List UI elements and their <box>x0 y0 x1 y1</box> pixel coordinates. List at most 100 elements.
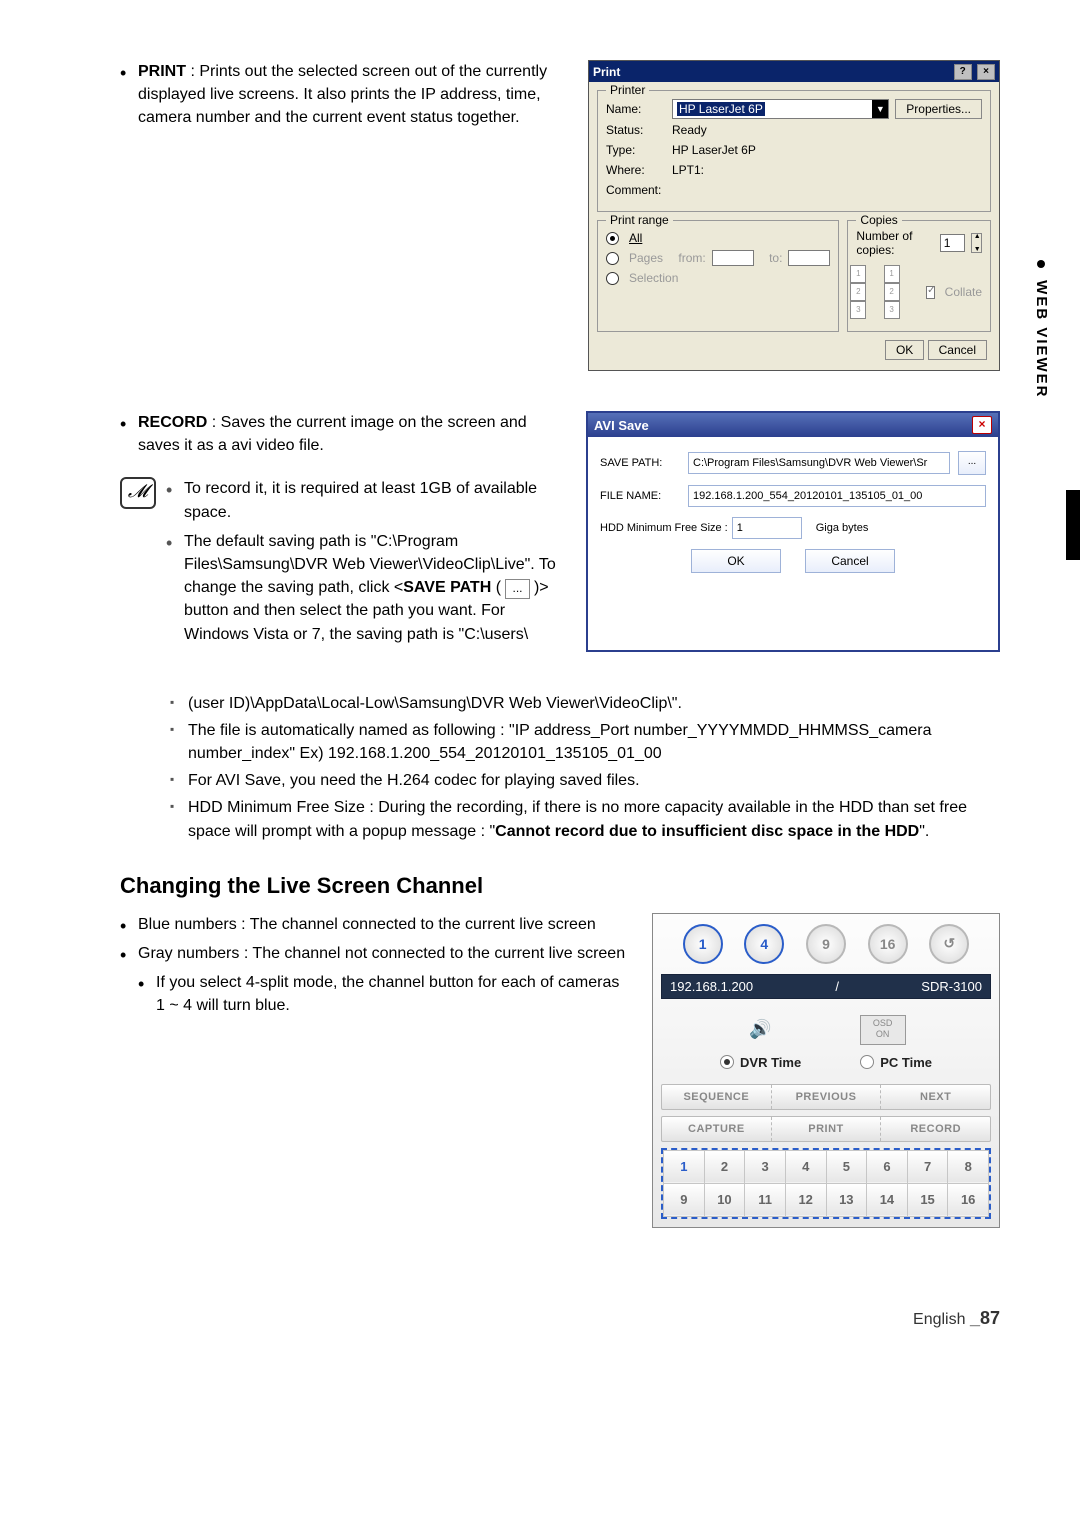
footer-lang: English <box>913 1311 970 1328</box>
record-notes-cont: (user ID)\AppData\Local-Low\Samsung\DVR … <box>170 692 1000 843</box>
radio-all[interactable] <box>606 232 619 245</box>
record-button[interactable]: RECORD <box>881 1117 990 1141</box>
page: WEB VIEWER PRINT : Prints out the select… <box>0 0 1080 1389</box>
save-path-input[interactable]: C:\Program Files\Samsung\DVR Web Viewer\… <box>688 452 950 474</box>
print-term: PRINT <box>138 63 186 80</box>
print-cancel-button[interactable]: Cancel <box>928 340 987 360</box>
note-3: The file is automatically named as follo… <box>170 719 1000 765</box>
hdd-input[interactable]: 1 <box>732 517 802 539</box>
selection-label: Selection <box>629 271 678 285</box>
ch-8[interactable]: 8 <box>948 1150 989 1183</box>
previous-button[interactable]: PREVIOUS <box>772 1085 882 1109</box>
print-title: Print <box>593 65 620 79</box>
where-value: LPT1: <box>672 163 982 177</box>
ch-4[interactable]: 4 <box>785 1150 826 1183</box>
mode-1-button[interactable]: 1 <box>683 924 723 964</box>
printer-select[interactable]: HP LaserJet 6P ▼ <box>672 99 889 119</box>
dvr-time-dot <box>720 1055 734 1069</box>
file-name-input[interactable]: 192.168.1.200_554_20120101_135105_01_00 <box>688 485 986 507</box>
ch-14[interactable]: 14 <box>867 1183 908 1216</box>
channel-grid: 1 2 3 4 5 6 7 8 9 10 11 12 13 <box>661 1148 991 1219</box>
to-label: to: <box>769 251 782 265</box>
print-dialog: Print ? × Printer Name: HP LaserJet 6P ▼… <box>588 60 1000 371</box>
model-label: SDR-3100 <box>921 979 982 994</box>
browse-button[interactable]: ... <box>958 451 986 475</box>
mode-4-button[interactable]: 4 <box>744 924 784 964</box>
avi-ok-button[interactable]: OK <box>691 549 781 573</box>
speaker-icon[interactable]: 🔊 <box>746 1016 774 1044</box>
ch-13[interactable]: 13 <box>826 1183 867 1216</box>
save-path-token: SAVE PATH <box>403 579 491 596</box>
sequence-button[interactable]: SEQUENCE <box>662 1085 772 1109</box>
where-label: Where: <box>606 163 666 177</box>
copies-fieldset: Copies Number of copies: 1 123 123 Colla… <box>847 220 991 332</box>
note-5: HDD Minimum Free Size : During the recor… <box>170 796 1000 842</box>
record-term: RECORD <box>138 414 207 431</box>
address-bar: 192.168.1.200 / SDR-3100 <box>661 974 991 999</box>
file-name-label: FILE NAME: <box>600 490 680 502</box>
next-button[interactable]: NEXT <box>881 1085 990 1109</box>
avi-cancel-button[interactable]: Cancel <box>805 549 895 573</box>
live-panel: 1 4 9 16 ↺ 192.168.1.200 / SDR-3100 🔊 OS… <box>652 913 1000 1228</box>
from-label: from: <box>678 251 705 265</box>
osd-button[interactable]: OSDON <box>860 1015 906 1045</box>
ch-1[interactable]: 1 <box>664 1150 705 1183</box>
note-row: 𝓜 To record it, it is required at least … <box>120 477 562 651</box>
live-heading: Changing the Live Screen Channel <box>120 873 1000 899</box>
ch-15[interactable]: 15 <box>907 1183 948 1216</box>
ch-3[interactable]: 3 <box>745 1150 786 1183</box>
range-all-row[interactable]: All <box>606 229 830 247</box>
copies-spinner[interactable] <box>971 233 982 253</box>
radio-pages <box>606 252 619 265</box>
note-4: For AVI Save, you need the H.264 codec f… <box>170 769 1000 792</box>
record-bullet: RECORD : Saves the current image on the … <box>120 411 562 457</box>
ip-label: 192.168.1.200 <box>670 979 753 994</box>
ch-10[interactable]: 10 <box>704 1183 745 1216</box>
pc-time-radio[interactable]: PC Time <box>860 1055 932 1070</box>
status-label: Status: <box>606 123 666 137</box>
print-ok-button[interactable]: OK <box>885 340 924 360</box>
ch-12[interactable]: 12 <box>785 1183 826 1216</box>
ch-6[interactable]: 6 <box>867 1150 908 1183</box>
avi-close-button[interactable]: × <box>972 416 992 434</box>
browse-glyph-icon: ... <box>505 579 529 598</box>
mode-9-button[interactable]: 9 <box>806 924 846 964</box>
dvr-time-radio[interactable]: DVR Time <box>720 1055 801 1070</box>
printer-fieldset: Printer Name: HP LaserJet 6P ▼ Propertie… <box>597 90 991 212</box>
pc-time-dot <box>860 1055 874 1069</box>
note-2b: (user ID)\AppData\Local-Low\Samsung\DVR … <box>170 692 1000 715</box>
split-note: If you select 4-split mode, the channel … <box>138 971 628 1017</box>
ch-11[interactable]: 11 <box>745 1183 786 1216</box>
side-tab: WEB VIEWER <box>1033 260 1050 399</box>
ch-16[interactable]: 16 <box>948 1183 989 1216</box>
close-button[interactable]: × <box>977 64 995 80</box>
pc-time-label: PC Time <box>880 1055 932 1070</box>
ch-9[interactable]: 9 <box>664 1183 705 1216</box>
copies-input[interactable]: 1 <box>940 234 965 252</box>
copies-legend: Copies <box>856 213 901 227</box>
ch-5[interactable]: 5 <box>826 1150 867 1183</box>
ch-7[interactable]: 7 <box>907 1150 948 1183</box>
printer-select-value: HP LaserJet 6P <box>677 102 765 116</box>
radio-selection <box>606 272 619 285</box>
note-1: To record it, it is required at least 1G… <box>166 477 562 523</box>
print-button[interactable]: PRINT <box>772 1117 882 1141</box>
capture-button[interactable]: CAPTURE <box>662 1117 772 1141</box>
type-label: Type: <box>606 143 666 157</box>
help-button[interactable]: ? <box>954 64 972 80</box>
mode-16-button[interactable]: 16 <box>868 924 908 964</box>
from-input <box>712 250 754 266</box>
printer-legend: Printer <box>606 83 649 97</box>
gray-bullet: Gray numbers : The channel not connected… <box>120 942 628 965</box>
range-pages-row: Pages from: to: <box>606 249 830 267</box>
mode-cycle-button[interactable]: ↺ <box>929 924 969 964</box>
note-icon: 𝓜 <box>120 477 156 509</box>
chevron-down-icon[interactable]: ▼ <box>872 100 888 118</box>
ch-2[interactable]: 2 <box>704 1150 745 1183</box>
save-path-label: SAVE PATH: <box>600 457 680 469</box>
print-section: PRINT : Prints out the selected screen o… <box>120 60 1000 371</box>
properties-button[interactable]: Properties... <box>895 99 982 119</box>
range-legend: Print range <box>606 213 673 227</box>
edge-marker <box>1066 490 1080 560</box>
side-tab-label: WEB VIEWER <box>1033 280 1050 398</box>
